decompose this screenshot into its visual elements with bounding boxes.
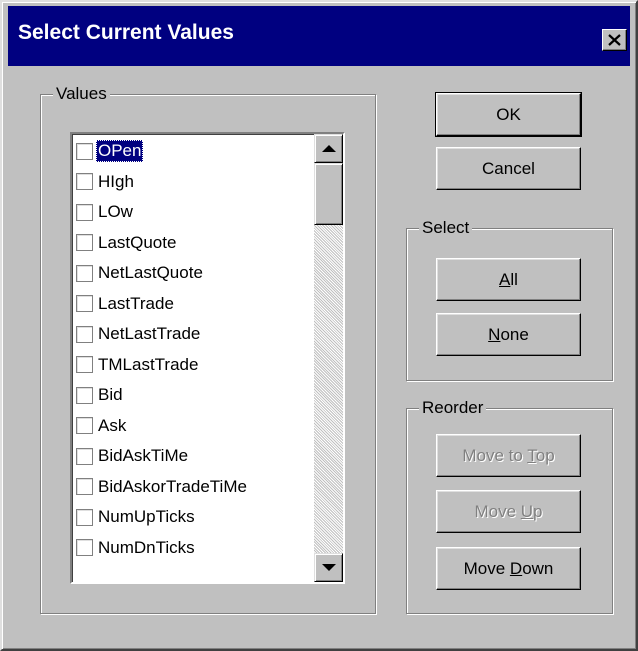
select-none-label: None	[488, 324, 529, 344]
item-checkbox[interactable]	[76, 539, 93, 557]
item-label: LastQuote	[98, 232, 177, 252]
select-all-label: All	[499, 269, 518, 289]
move-up-label: Move Up	[474, 501, 543, 521]
list-item[interactable]: NumDnTicks	[76, 533, 308, 564]
item-label: BidAskTiMe	[98, 446, 189, 466]
list-item[interactable]: NetLastQuote	[76, 258, 308, 289]
move-to-top-button[interactable]: Move to Top	[436, 434, 581, 477]
select-current-values-dialog: Select Current Values Values OPen HIgh LOw…	[0, 0, 638, 651]
list-item[interactable]: LOw	[76, 197, 308, 228]
item-label: NumUpTicks	[98, 507, 195, 527]
select-none-button[interactable]: None	[436, 313, 581, 356]
values-list: OPen HIgh LOw LastQuote NetLastQuote LastTrad…	[76, 136, 308, 563]
ok-button[interactable]: OK	[435, 92, 582, 137]
item-checkbox[interactable]	[76, 478, 93, 496]
list-item[interactable]: NetLastTrade	[76, 319, 308, 350]
list-item[interactable]: Ask	[76, 411, 308, 442]
item-label: BidAskorTradeTiMe	[98, 476, 247, 496]
list-item[interactable]: OPen	[76, 136, 308, 167]
item-label: Bid	[98, 385, 123, 405]
item-checkbox[interactable]	[76, 203, 93, 221]
list-item[interactable]: LastTrade	[76, 289, 308, 320]
move-to-top-label: Move to Top	[462, 445, 555, 465]
vertical-scrollbar[interactable]	[314, 134, 343, 582]
select-all-button[interactable]: All	[436, 258, 581, 301]
item-checkbox[interactable]	[76, 386, 93, 404]
scroll-up-button[interactable]	[314, 134, 343, 163]
cancel-button[interactable]: Cancel	[436, 147, 581, 190]
item-label: Ask	[98, 415, 127, 435]
list-item[interactable]: LastQuote	[76, 228, 308, 259]
item-checkbox[interactable]	[76, 264, 93, 282]
list-item[interactable]: NumUpTicks	[76, 502, 308, 533]
item-label: LOw	[98, 202, 133, 222]
list-item[interactable]: TMLastTrade	[76, 350, 308, 381]
list-item[interactable]: Bid	[76, 380, 308, 411]
values-group-label: Values	[53, 84, 110, 104]
item-checkbox[interactable]	[76, 173, 93, 191]
move-up-button[interactable]: Move Up	[436, 490, 581, 533]
list-item[interactable]: HIgh	[76, 167, 308, 198]
item-checkbox[interactable]	[76, 508, 93, 526]
item-checkbox[interactable]	[76, 234, 93, 252]
item-checkbox[interactable]	[76, 417, 93, 435]
list-item[interactable]: BidAskorTradeTiMe	[76, 472, 308, 503]
item-checkbox[interactable]	[76, 295, 93, 313]
item-label: HIgh	[98, 171, 134, 191]
move-down-button[interactable]: Move Down	[436, 547, 581, 590]
item-label: TMLastTrade	[98, 354, 199, 374]
item-checkbox[interactable]	[76, 325, 93, 343]
item-label: OPen	[96, 140, 144, 163]
scroll-down-button[interactable]	[314, 553, 343, 582]
close-x-icon	[608, 34, 621, 46]
item-label: NetLastTrade	[98, 324, 201, 344]
item-label: NetLastQuote	[98, 263, 203, 283]
scroll-thumb[interactable]	[314, 163, 343, 225]
item-label: LastTrade	[98, 293, 174, 313]
reorder-group-label: Reorder	[419, 398, 487, 418]
item-checkbox[interactable]	[76, 356, 93, 374]
select-group-label: Select	[419, 218, 473, 238]
arrow-down-icon	[321, 564, 336, 571]
item-label: NumDnTicks	[98, 537, 195, 557]
values-listbox[interactable]: OPen HIgh LOw LastQuote NetLastQuote LastTrad…	[70, 132, 345, 584]
list-item[interactable]: BidAskTiMe	[76, 441, 308, 472]
move-down-label: Move Down	[463, 558, 554, 578]
select-groupbox: Select	[406, 218, 613, 381]
dialog-title: Select Current Values	[18, 21, 234, 44]
arrow-up-icon	[321, 145, 336, 152]
item-checkbox[interactable]	[76, 447, 93, 465]
item-checkbox[interactable]	[76, 142, 93, 160]
title-bar[interactable]: Select Current Values	[8, 6, 630, 66]
close-button[interactable]	[602, 29, 627, 51]
